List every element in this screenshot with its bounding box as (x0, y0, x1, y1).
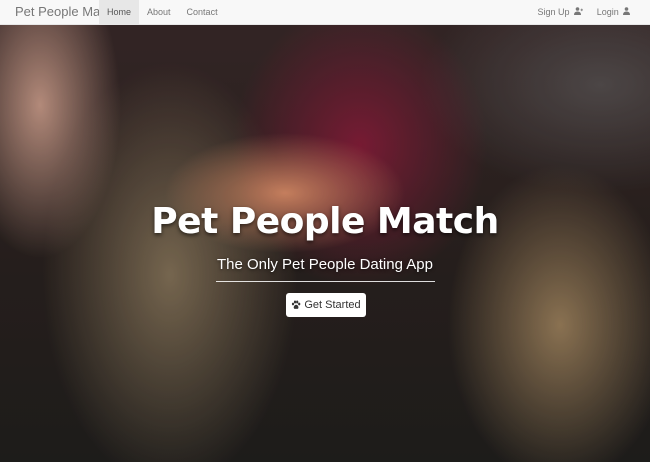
divider (216, 281, 435, 282)
hero-title: Pet People Match (151, 201, 499, 242)
hero-subtitle: The Only Pet People Dating App (217, 256, 433, 273)
signup-label: Sign Up (537, 7, 570, 17)
nav-about[interactable]: About (139, 0, 179, 24)
nav-home[interactable]: Home (99, 0, 140, 24)
hero-background-image: Pet People Match The Only Pet People Dat… (0, 25, 650, 462)
user-plus-icon (572, 7, 583, 17)
get-started-label: Get Started (304, 299, 361, 311)
nav-login[interactable]: Login (590, 0, 637, 24)
paw-icon (291, 300, 301, 310)
nav-left: Home About Contact (99, 0, 226, 24)
user-icon (621, 7, 630, 17)
nav-contact[interactable]: Contact (179, 0, 226, 24)
navbar: Pet People Match Home About Contact Sign… (0, 0, 650, 25)
nav-right: Sign Up Login (530, 0, 637, 24)
nav-signup[interactable]: Sign Up (530, 0, 589, 24)
login-label: Login (596, 7, 619, 17)
get-started-button[interactable]: Get Started (286, 293, 366, 317)
hero-content: Pet People Match The Only Pet People Dat… (0, 25, 650, 462)
